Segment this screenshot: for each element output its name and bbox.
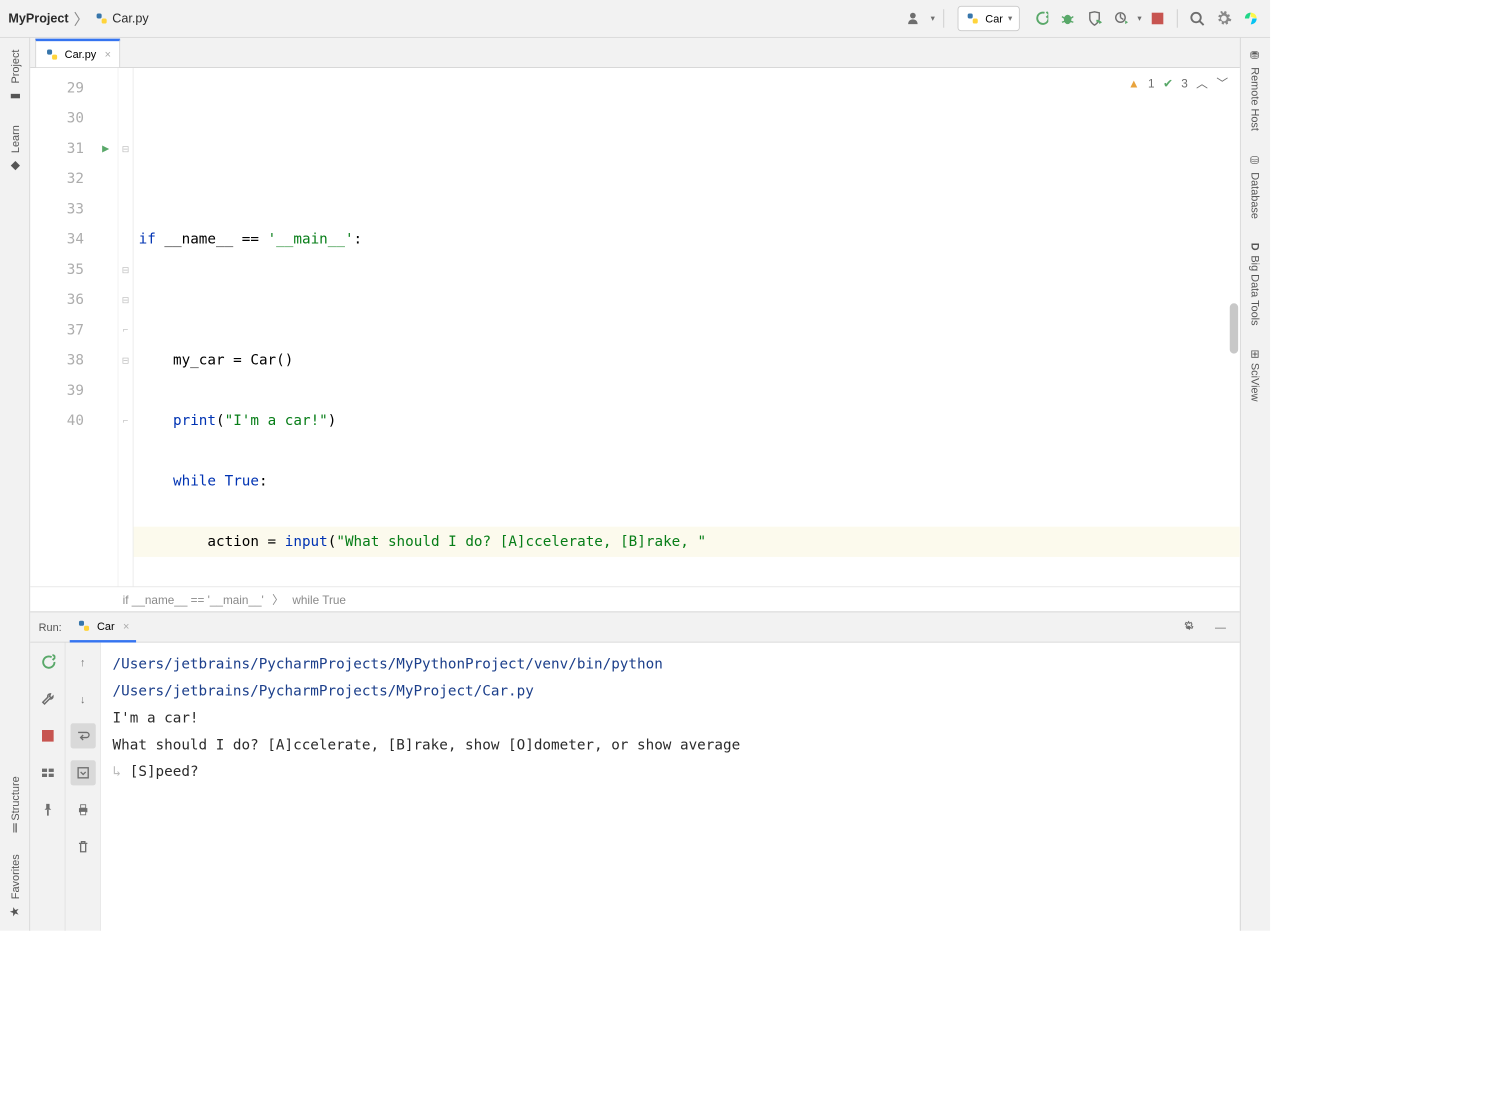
breadcrumb: MyProject 〉 Car.py: [8, 8, 148, 30]
up-icon[interactable]: ↑: [70, 649, 95, 674]
editor-tabs: Car.py ×: [30, 38, 1240, 68]
layout-icon[interactable]: [35, 760, 60, 785]
run-button[interactable]: [1030, 8, 1052, 30]
fold-end-icon[interactable]: ⌐: [118, 406, 132, 436]
down-icon[interactable]: ↓: [70, 686, 95, 711]
folder-icon: ▮: [8, 89, 21, 102]
console-output[interactable]: /Users/jetbrains/PycharmProjects/MyPytho…: [101, 643, 1240, 931]
breadcrumb-segment[interactable]: while True: [292, 593, 346, 606]
database-icon: ⛁: [1249, 154, 1262, 167]
check-icon: ✔: [1163, 76, 1173, 90]
run-toolbar-secondary: ↑ ↓: [66, 643, 101, 931]
main-toolbar: MyProject 〉 Car.py ▾ Car ▾ ▾: [0, 0, 1270, 38]
chevron-up-icon[interactable]: ︿: [1196, 75, 1208, 92]
gear-icon[interactable]: [1178, 616, 1200, 638]
search-button[interactable]: [1186, 8, 1208, 30]
run-label: Run:: [39, 621, 62, 634]
scrollbar-thumb[interactable]: [1230, 303, 1238, 353]
settings-button[interactable]: [1213, 8, 1235, 30]
gutter: 29 30 31▶ 32 33 34 35 36 37 38 39 40: [30, 68, 118, 586]
tool-tab-learn[interactable]: ◆ Learn: [8, 122, 21, 175]
breadcrumb-segment[interactable]: if __name__ == '__main__': [123, 593, 264, 606]
run-tool-window: Run: Car × —: [30, 612, 1240, 931]
coverage-button[interactable]: [1084, 8, 1106, 30]
left-tool-bar: ▮ Project ◆ Learn ⦀ Structure ★ Favorite…: [0, 38, 30, 931]
warning-icon: ▲: [1128, 76, 1140, 89]
trash-icon[interactable]: [70, 834, 95, 859]
breadcrumb-file[interactable]: Car.py: [94, 11, 149, 26]
close-icon[interactable]: ×: [123, 620, 129, 633]
run-tab-car[interactable]: Car ×: [70, 612, 136, 642]
fold-icon[interactable]: ⊟: [118, 285, 132, 315]
debug-button[interactable]: [1057, 8, 1079, 30]
python-icon: [965, 11, 980, 26]
tool-tab-structure[interactable]: ⦀ Structure: [8, 772, 21, 833]
run-configuration-selector[interactable]: Car ▾: [958, 6, 1020, 31]
inspection-widget[interactable]: ▲1 ✔3 ︿ ﹀: [1128, 75, 1228, 92]
editor[interactable]: 29 30 31▶ 32 33 34 35 36 37 38 39 40 ⊟ ⊟…: [30, 68, 1240, 586]
code-breadcrumb: if __name__ == '__main__' 〉 while True: [30, 586, 1240, 611]
fold-icon[interactable]: ⊟: [118, 345, 132, 375]
editor-tab-car[interactable]: Car.py ×: [35, 39, 120, 68]
tool-tab-favorites[interactable]: ★ Favorites: [8, 851, 21, 921]
pin-icon[interactable]: [35, 797, 60, 822]
python-file-icon: [94, 11, 109, 26]
python-icon: [77, 618, 92, 633]
breadcrumb-project[interactable]: MyProject: [8, 11, 68, 25]
breadcrumb-file-label: Car.py: [112, 11, 148, 25]
tool-tab-sciview[interactable]: ⊞ SciView: [1249, 346, 1262, 406]
chevron-down-icon: ▾: [1008, 14, 1012, 23]
fold-icon[interactable]: ⊟: [118, 255, 132, 285]
jetbrains-icon[interactable]: [1240, 8, 1262, 30]
tool-tab-big-data[interactable]: D Big Data Tools: [1249, 239, 1262, 329]
d-icon: D: [1249, 242, 1262, 250]
fold-column: ⊟ ⊟ ⊟ ⌐ ⊟ ⌐: [118, 68, 133, 586]
stop-button[interactable]: [35, 723, 60, 748]
code-area[interactable]: if __name__ == '__main__': my_car = Car(…: [134, 68, 1240, 586]
stop-button[interactable]: [1147, 8, 1169, 30]
user-icon[interactable]: [904, 8, 926, 30]
run-gutter-icon[interactable]: ▶: [102, 134, 109, 164]
chevron-right-icon: 〉: [272, 591, 284, 608]
chevron-right-icon: 〉: [74, 8, 89, 30]
sciview-icon: ⊞: [1249, 349, 1262, 358]
run-toolbar-primary: [30, 643, 65, 931]
right-tool-bar: ⛃ Remote Host ⛁ Database D Big Data Tool…: [1240, 38, 1270, 931]
fold-end-icon[interactable]: ⌐: [118, 315, 132, 345]
scroll-to-end-icon[interactable]: [70, 760, 95, 785]
tool-tab-remote-host[interactable]: ⛃ Remote Host: [1249, 46, 1262, 134]
star-icon: ★: [8, 904, 21, 917]
tool-tab-database[interactable]: ⛁ Database: [1249, 151, 1262, 222]
chevron-down-icon[interactable]: ﹀: [1216, 75, 1228, 92]
remote-icon: ⛃: [1249, 50, 1262, 63]
chevron-down-icon[interactable]: ▾: [931, 14, 935, 23]
tool-tab-project[interactable]: ▮ Project: [8, 46, 21, 105]
profile-button[interactable]: [1110, 8, 1132, 30]
fold-icon[interactable]: ⊟: [118, 134, 132, 164]
chevron-down-icon[interactable]: ▾: [1137, 14, 1141, 23]
wrench-icon[interactable]: [35, 686, 60, 711]
python-file-icon: [45, 47, 60, 62]
close-icon[interactable]: ×: [105, 48, 111, 61]
run-config-label: Car: [985, 12, 1003, 25]
print-icon[interactable]: [70, 797, 95, 822]
learn-icon: ◆: [8, 159, 21, 172]
rerun-button[interactable]: [35, 649, 60, 674]
soft-wrap-icon[interactable]: [70, 723, 95, 748]
structure-icon: ⦀: [12, 821, 17, 834]
minimize-icon[interactable]: —: [1210, 616, 1232, 638]
editor-tab-label: Car.py: [65, 48, 97, 61]
